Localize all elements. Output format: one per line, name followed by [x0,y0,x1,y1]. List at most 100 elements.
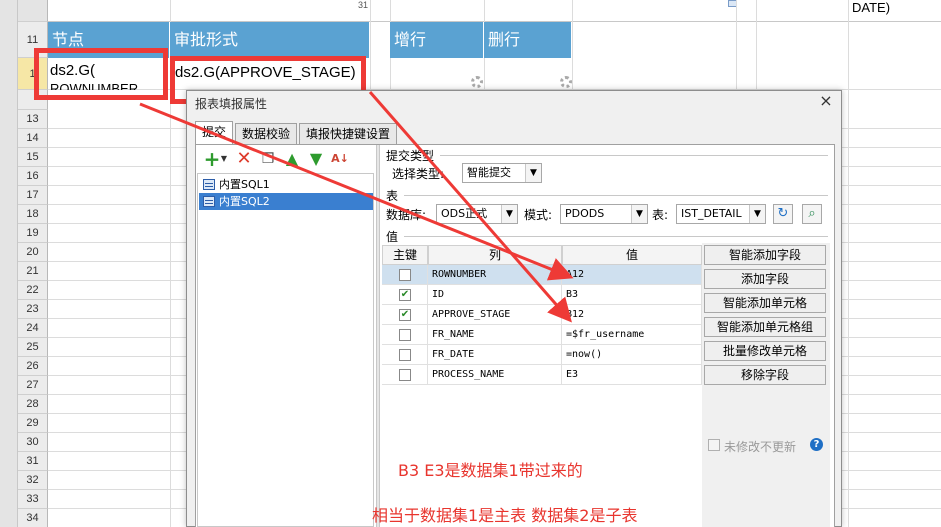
copy-icon[interactable]: ❐ [258,149,278,169]
schema-label: 模式: [524,208,553,222]
value-cell[interactable]: E3 [562,365,702,385]
row-header-top [18,0,48,22]
annotation-note-2: 相当于数据集1是主表 数据集2是子表 [372,506,638,525]
submit-type-select[interactable]: 智能提交 ▼ [462,163,542,183]
remove-field-button[interactable]: 移除字段 [704,365,826,385]
header-add-row[interactable]: 增行 [390,22,484,58]
row-number: 22 [18,281,48,300]
smart-add-cell-group-button[interactable]: 智能添加单元格组 [704,317,826,337]
column-cell[interactable]: FR_DATE [428,345,562,365]
chevron-down-icon[interactable]: ▼ [214,149,234,169]
top-partial-text: DATE) [852,0,891,15]
row-number: 28 [18,395,48,414]
tab-submit[interactable]: 提交 [195,121,233,145]
table-row[interactable]: ROWNUMBER A12 [382,265,702,285]
move-up-icon[interactable]: ▲ [282,149,302,169]
search-table-icon[interactable]: ⌕ [802,204,822,224]
datasource-select[interactable]: ODS正式 ▼ [436,204,518,224]
tab-data-validation[interactable]: 数据校验 [235,123,297,145]
row-number: 20 [18,243,48,262]
row-number: 14 [18,129,48,148]
move-down-icon[interactable]: ▼ [306,149,326,169]
column-cell[interactable]: ID [428,285,562,305]
smart-add-cell-button[interactable]: 智能添加单元格 [704,293,826,313]
row-number: 33 [18,490,48,509]
dataset-item-selected[interactable]: 内置SQL2 [199,193,373,210]
delete-icon[interactable]: ✕ [234,149,254,169]
value-cell[interactable]: =now() [562,345,702,365]
splitter[interactable] [376,145,380,527]
schema-select[interactable]: PDODS ▼ [560,204,648,224]
annotation-box [34,48,168,100]
table-row[interactable]: FR_DATE =now() [382,345,702,365]
value-cell[interactable]: B3 [562,285,702,305]
header-approval[interactable]: 审批形式 [170,22,370,58]
value-cell[interactable]: =$fr_username [562,325,702,345]
tab-shortcut-settings[interactable]: 填报快捷键设置 [299,123,397,145]
unmodified-no-update-checkbox[interactable] [708,439,720,451]
divider [404,236,828,237]
row-number: 25 [18,338,48,357]
chevron-down-icon: ▼ [501,205,517,223]
primary-key-checkbox[interactable]: ✔ [399,289,411,301]
row-number: 34 [18,509,48,527]
column-cell[interactable]: APPROVE_STAGE [428,305,562,325]
table-select[interactable]: IST_DETAIL ▼ [676,204,766,224]
add-field-button[interactable]: 添加字段 [704,269,826,289]
table-row[interactable]: PROCESS_NAME E3 [382,365,702,385]
submit-type-value: 智能提交 [467,166,511,179]
dataset-label: 内置SQL1 [219,178,270,191]
smart-add-field-button[interactable]: 智能添加字段 [704,245,826,265]
header-delete-row[interactable]: 删行 [484,22,572,58]
table-row[interactable]: ✔ APPROVE_STAGE B12 [382,305,702,325]
dataset-toolbar: + ▼ ✕ ❐ ▲ ▼ A↓ [198,149,374,171]
refresh-icon[interactable]: ↻ [773,204,793,224]
submit-type-label: 选择类型: [392,167,445,181]
unmodified-no-update-label: 未修改不更新 [724,440,797,454]
row-number: 29 [18,414,48,433]
primary-key-checkbox[interactable]: ✔ [399,309,411,321]
datasource-value: ODS正式 [441,207,488,220]
primary-key-checkbox[interactable] [399,269,411,281]
table-row[interactable]: FR_NAME =$fr_username [382,325,702,345]
sort-icon[interactable]: A↓ [330,149,350,169]
column-header-value[interactable]: 值 [562,245,702,265]
datasource-label: 数据库: [386,208,427,222]
value-cell[interactable]: B12 [562,305,702,325]
column-header-key[interactable]: 主键 [382,245,428,265]
row-number: 21 [18,262,48,281]
row-number: 30 [18,433,48,452]
report-fill-properties-dialog: 报表填报属性 × 提交 数据校验 填报快捷键设置 + ▼ ✕ ❐ ▲ ▼ A↓ … [186,90,842,527]
top-col-number: 31 [358,0,369,10]
column-cell[interactable]: ROWNUMBER [428,265,562,285]
gear-icon [471,76,483,88]
submit-type-group-label: 提交类型 [386,149,435,163]
close-icon[interactable]: × [817,93,835,111]
dataset-item[interactable]: 内置SQL1 [199,176,373,193]
batch-modify-cell-button[interactable]: 批量修改单元格 [704,341,826,361]
table-label: 表: [652,208,669,222]
primary-key-checkbox[interactable] [399,349,411,361]
chevron-down-icon: ▼ [631,205,647,223]
dataset-label: 内置SQL2 [219,195,270,208]
value-cell[interactable]: A12 [562,265,702,285]
primary-key-checkbox[interactable] [399,369,411,381]
key-cell [382,325,428,345]
row-number: 23 [18,300,48,319]
row-number: 17 [18,186,48,205]
row-number: 19 [18,224,48,243]
column-cell[interactable]: PROCESS_NAME [428,365,562,385]
primary-key-checkbox[interactable] [399,329,411,341]
row-number: 31 [18,452,48,471]
column-header-column[interactable]: 列 [428,245,562,265]
chevron-down-icon: ▼ [525,164,541,182]
table-row[interactable]: ✔ ID B3 [382,285,702,305]
column-cell[interactable]: FR_NAME [428,325,562,345]
key-cell [382,365,428,385]
table-icon [203,196,215,207]
table-value: IST_DETAIL [681,207,742,220]
help-icon[interactable]: ? [810,438,823,451]
row-number: 15 [18,148,48,167]
dialog-title: 报表填报属性 [195,97,268,111]
row-number: 18 [18,205,48,224]
